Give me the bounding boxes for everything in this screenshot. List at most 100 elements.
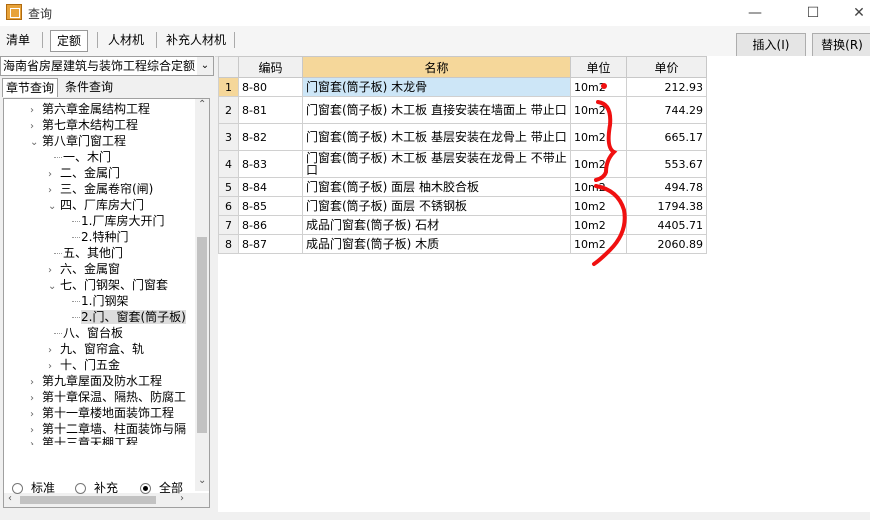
scrollbar-thumb[interactable] [20,496,156,504]
scrollbar-thumb[interactable] [197,237,207,433]
radio-all[interactable]: 全部 [140,479,183,496]
radio-circle-icon[interactable] [12,483,23,494]
chevron-down-icon[interactable]: ⌄ [48,199,60,215]
cell-unit[interactable]: 10m2 [570,123,627,151]
tab-rencaiji[interactable]: 人材机 [102,30,150,50]
table-row[interactable]: 6 8-85 门窗套(筒子板) 面层 不锈钢板 10m2 1794.38 [218,196,707,216]
table-row[interactable]: 3 8-82 门窗套(筒子板) 木工板 基层安装在龙骨上 带止口 10m2 66… [218,123,707,151]
cell-unit[interactable]: 10m2 [570,196,627,216]
tree-node-selected[interactable]: 2.门、窗套(筒子板) [72,309,186,325]
tab-condition-search[interactable]: 条件查询 [62,78,116,96]
cell-name[interactable]: 门窗套(筒子板) 木龙骨 [302,77,571,97]
cell-price[interactable]: 2060.89 [626,234,707,254]
cell-price[interactable]: 494.78 [626,177,707,197]
col-header-unit[interactable]: 单位 [570,56,627,78]
cell-price[interactable]: 1794.38 [626,196,707,216]
cell-unit[interactable]: 10m2 [570,96,627,124]
tab-buchong-rencaiji[interactable]: 补充人材机 [160,30,232,50]
tree-node[interactable]: › 六、金属窗 [48,261,120,277]
chevron-down-icon[interactable]: ⌄ [48,279,60,295]
tree-node[interactable]: ⌄ 第八章门窗工程 [30,133,126,149]
tab-dinge[interactable]: 定额 [50,30,89,52]
radio-circle-icon[interactable] [75,483,86,494]
divider [156,32,157,48]
tree-node[interactable]: 1.门钢架 [72,293,128,309]
cell-price[interactable]: 553.67 [626,150,707,178]
cell-name[interactable]: 门窗套(筒子板) 木工板 基层安装在龙骨上 带止口 [302,123,571,151]
maximize-button[interactable]: ☐ [790,0,836,26]
cell-name[interactable]: 门窗套(筒子板) 面层 不锈钢板 [302,196,571,216]
table-row[interactable]: 4 8-83 门窗套(筒子板) 木工板 基层安装在龙骨上 不带止口 10m2 5… [218,150,707,178]
tree-node[interactable]: › 第九章屋面及防水工程 [30,373,162,389]
cell-code[interactable]: 8-82 [238,123,303,151]
scroll-down-icon[interactable]: ⌄ [198,475,206,486]
tree-node[interactable]: 一、木门 [54,149,111,165]
table-row[interactable]: 8 8-87 成品门窗套(筒子板) 木质 10m2 2060.89 [218,234,707,254]
cell-unit[interactable]: 10m2 [570,177,627,197]
cell-code[interactable]: 8-80 [238,77,303,97]
scroll-up-icon[interactable]: ⌃ [198,99,206,110]
radio-standard[interactable]: 标准 [12,479,55,496]
cell-code[interactable]: 8-81 [238,96,303,124]
chevron-down-icon[interactable]: ⌄ [197,57,213,75]
cell-name[interactable]: 门窗套(筒子板) 面层 柚木胶合板 [302,177,571,197]
title-bar: 查询 — ☐ ✕ [0,0,870,26]
tab-chapter-search[interactable]: 章节查询 [2,78,59,97]
tree-node[interactable]: ⌄ 七、门钢架、门窗套 [48,277,168,293]
tree-node[interactable]: › 九、窗帘盒、轨 [48,341,144,357]
tree-node[interactable]: › 第七章木结构工程 [30,117,138,133]
vertical-scrollbar[interactable]: ⌃ ⌄ [195,99,209,491]
cell-unit[interactable]: 10m2 [570,234,627,254]
cell-name[interactable]: 成品门窗套(筒子板) 石材 [302,215,571,235]
chevron-down-icon[interactable]: ⌄ [30,135,42,151]
col-header-index [218,56,239,78]
tree-node[interactable]: › 十、门五金 [48,357,120,373]
col-header-code[interactable]: 编码 [238,56,303,78]
divider [42,32,43,48]
chapter-tree[interactable]: › 第六章金属结构工程 › 第七章木结构工程 ⌄ 第八章门窗工程 一、木门 › 二、金属… [3,98,210,508]
cell-price[interactable]: 212.93 [626,77,707,97]
table-row[interactable]: 1 8-80 门窗套(筒子板) 木龙骨 10m2 212.93 [218,77,707,97]
tree-node[interactable]: › 第十三章天棚工程 [30,435,138,445]
insert-button[interactable]: 插入(I) [736,33,806,57]
table-row[interactable]: 7 8-86 成品门窗套(筒子板) 石材 10m2 4405.71 [218,215,707,235]
cell-price[interactable]: 744.29 [626,96,707,124]
cell-code[interactable]: 8-86 [238,215,303,235]
table-row[interactable]: 5 8-84 门窗套(筒子板) 面层 柚木胶合板 10m2 494.78 [218,177,707,197]
cell-unit[interactable]: 10m2 [570,77,627,97]
cell-code[interactable]: 8-83 [238,150,303,178]
cell-price[interactable]: 665.17 [626,123,707,151]
tree-node[interactable]: › 第十一章楼地面装饰工程 [30,405,174,421]
tree-node[interactable]: › 第十章保温、隔热、防腐工 [30,389,186,405]
tree-node[interactable]: 五、其他门 [54,245,123,261]
library-select[interactable]: 海南省房屋建筑与装饰工程综合定额 ⌄ [0,56,214,76]
cell-unit[interactable]: 10m2 [570,150,627,178]
table-row[interactable]: 2 8-81 门窗套(筒子板) 木工板 直接安装在墙面上 带止口 10m2 74… [218,96,707,124]
minimize-button[interactable]: — [732,0,778,26]
library-select-value: 海南省房屋建筑与装饰工程综合定额 [3,59,196,73]
cell-price[interactable]: 4405.71 [626,215,707,235]
cell-code[interactable]: 8-87 [238,234,303,254]
replace-button[interactable]: 替换(R) [812,33,870,57]
cell-code[interactable]: 8-85 [238,196,303,216]
cell-unit[interactable]: 10m2 [570,215,627,235]
chevron-right-icon[interactable]: › [30,437,42,445]
tree-node[interactable]: ⌄ 四、厂库房大门 [48,197,144,213]
tree-node[interactable]: › 第六章金属结构工程 [30,101,150,117]
window-title: 查询 [28,7,53,21]
col-header-price[interactable]: 单价 [626,56,707,78]
tree-node[interactable]: › 二、金属门 [48,165,120,181]
col-header-name[interactable]: 名称 [302,56,571,78]
close-button[interactable]: ✕ [836,0,870,26]
tree-node[interactable]: 2.特种门 [72,229,128,245]
tree-node[interactable]: › 三、金属卷帘(闸) [48,181,153,197]
cell-name[interactable]: 成品门窗套(筒子板) 木质 [302,234,571,254]
radio-circle-icon[interactable] [140,483,151,494]
cell-code[interactable]: 8-84 [238,177,303,197]
radio-supplement[interactable]: 补充 [75,479,118,496]
tree-node[interactable]: 1.厂库房大开门 [72,213,164,229]
tree-node[interactable]: 八、窗台板 [54,325,123,341]
tab-qingdan[interactable]: 清单 [0,30,36,50]
cell-name[interactable]: 门窗套(筒子板) 木工板 直接安装在墙面上 带止口 [302,96,571,124]
cell-name[interactable]: 门窗套(筒子板) 木工板 基层安装在龙骨上 不带止口 [302,150,571,178]
